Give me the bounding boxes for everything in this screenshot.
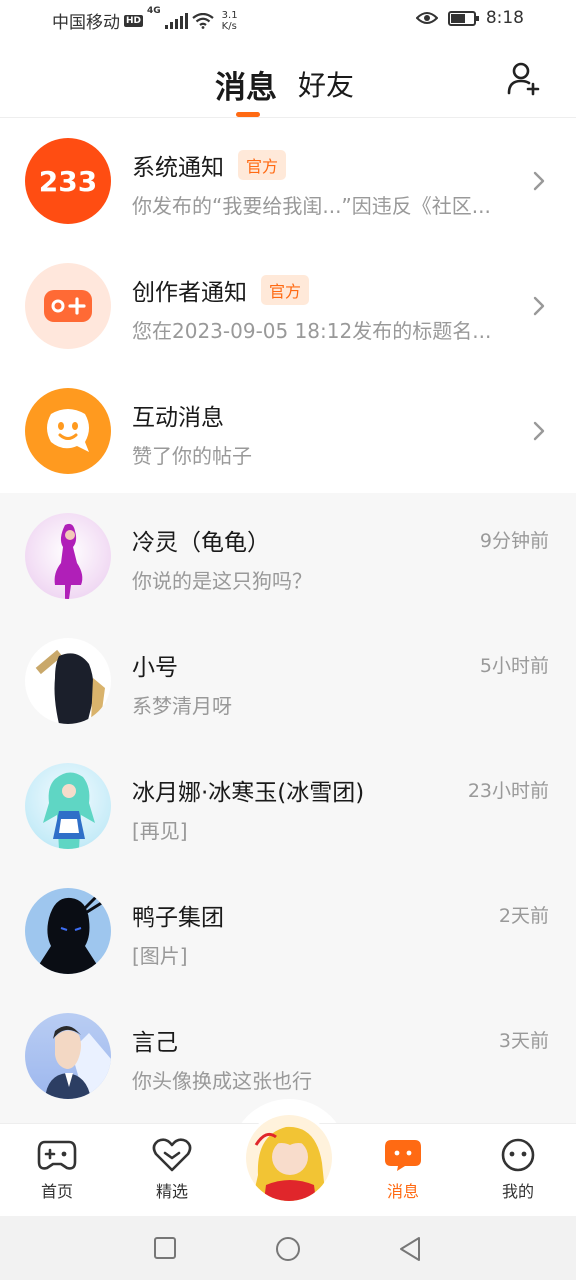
chat-time: 23小时前 <box>467 780 549 802</box>
chevron-right-icon <box>533 296 545 316</box>
gamepad-plus-icon <box>25 263 111 349</box>
chat-name: 言己 <box>132 1030 178 1056</box>
chat-time: 5小时前 <box>479 655 549 677</box>
carrier-name: 中国移动 <box>52 13 120 33</box>
official-badge: 官方 <box>261 275 310 305</box>
nav-label: 我的 <box>501 1182 534 1201</box>
system-nav-bar <box>0 1216 576 1280</box>
avatar[interactable] <box>25 888 111 974</box>
avatar[interactable] <box>25 513 111 599</box>
official-badge: 官方 <box>238 150 287 180</box>
nav-label: 消息 <box>386 1182 419 1201</box>
avatar[interactable] <box>25 638 111 724</box>
chat-time: 9分钟前 <box>479 530 549 552</box>
home-circle-icon[interactable] <box>274 1236 302 1264</box>
signal-icon <box>164 12 188 29</box>
speed-value: 3.1 <box>221 9 238 21</box>
nav-label: 精选 <box>155 1182 188 1201</box>
chat-bubble-icon <box>385 1140 421 1171</box>
chat-name: 冷灵（龟龟） <box>132 530 270 556</box>
notice-title-text: 系统通知 <box>132 155 224 181</box>
tab-friends[interactable]: 好友 <box>298 64 354 104</box>
nav-label: 首页 <box>40 1182 73 1201</box>
chat-time: 3天前 <box>498 1030 549 1052</box>
chat-preview: 你说的是这只狗吗？ <box>132 569 312 593</box>
chevron-right-icon <box>533 421 545 441</box>
eye-icon <box>415 12 438 24</box>
chat-name: 小号 <box>132 655 178 681</box>
chevron-right-icon <box>533 171 545 191</box>
smile-bubble-icon <box>25 388 111 474</box>
nav-home[interactable]: 首页 <box>22 1138 92 1202</box>
add-friend-icon[interactable] <box>506 60 542 96</box>
tab-messages[interactable]: 消息 <box>215 62 277 107</box>
speed-unit: K/s <box>221 20 237 32</box>
active-tab-indicator <box>236 112 260 117</box>
chat-row[interactable]: 冰月娜·冰寒玉(冰雪团) [再见] 23小时前 <box>0 743 576 868</box>
notice-list: 233 系统通知 官方 你发布的“我要给我闺...”因违反《社区... 创作者通… <box>0 118 576 493</box>
network-type: 4G <box>147 6 161 16</box>
notice-title-text: 互动消息 <box>132 405 224 431</box>
chat-time: 2天前 <box>498 905 549 927</box>
233-logo-icon: 233 <box>25 138 111 224</box>
notice-title: 系统通知 官方 <box>132 148 287 182</box>
chat-name: 鸭子集团 <box>132 905 224 931</box>
notice-system[interactable]: 233 系统通知 官方 你发布的“我要给我闺...”因违反《社区... <box>0 118 576 243</box>
notice-interaction[interactable]: 互动消息 赞了你的帖子 <box>0 368 576 493</box>
notice-title: 互动消息 <box>132 398 224 432</box>
avatar[interactable] <box>25 1013 111 1099</box>
chat-row[interactable]: 冷灵（龟龟） 你说的是这只狗吗？ 9分钟前 <box>0 493 576 618</box>
chat-preview: 系梦清月呀 <box>132 694 232 718</box>
nav-featured[interactable]: 精选 <box>137 1138 207 1202</box>
notice-title-text: 创作者通知 <box>132 280 247 306</box>
nav-center-avatar[interactable] <box>243 1112 335 1204</box>
notice-subtitle: 你发布的“我要给我闺...”因违反《社区... <box>132 194 491 218</box>
notice-subtitle: 赞了你的帖子 <box>132 444 252 468</box>
chat-preview: [图片] <box>132 944 188 968</box>
svg-text:233: 233 <box>39 166 97 196</box>
chat-name: 冰月娜·冰寒玉(冰雪团) <box>132 780 365 806</box>
notice-subtitle: 您在2023-09-05 18:12发布的标题名... <box>132 319 492 343</box>
back-triangle-icon[interactable] <box>398 1236 422 1262</box>
clock: 8:18 <box>485 8 524 28</box>
heart-icon <box>152 1138 192 1172</box>
nav-messages[interactable]: 消息 <box>368 1138 438 1202</box>
chat-row[interactable]: 小号 系梦清月呀 5小时前 <box>0 618 576 743</box>
notice-creator[interactable]: 创作者通知 官方 您在2023-09-05 18:12发布的标题名... <box>0 243 576 368</box>
status-bar: 中国移动 HD 4G 3.1 K/s 8:18 <box>0 0 576 40</box>
status-left: 中国移动 HD 4G 3.1 K/s <box>52 6 238 33</box>
wifi-icon <box>191 12 214 29</box>
notice-title: 创作者通知 官方 <box>132 273 310 307</box>
hd-badge: HD <box>124 14 144 27</box>
avatar[interactable] <box>25 763 111 849</box>
gamepad-icon <box>37 1140 77 1170</box>
network-speed: 3.1 K/s <box>222 10 238 32</box>
chat-preview: [再见] <box>132 819 188 843</box>
chat-preview: 你头像换成这张也行 <box>132 1069 312 1093</box>
battery-icon <box>447 10 479 26</box>
nav-profile[interactable]: 我的 <box>483 1138 553 1202</box>
chat-row[interactable]: 鸭子集团 [图片] 2天前 <box>0 868 576 993</box>
message-header: 消息 好友 <box>0 40 576 118</box>
recent-apps-icon[interactable] <box>153 1236 177 1260</box>
face-icon <box>501 1138 535 1172</box>
status-right: 8:18 <box>415 8 524 28</box>
